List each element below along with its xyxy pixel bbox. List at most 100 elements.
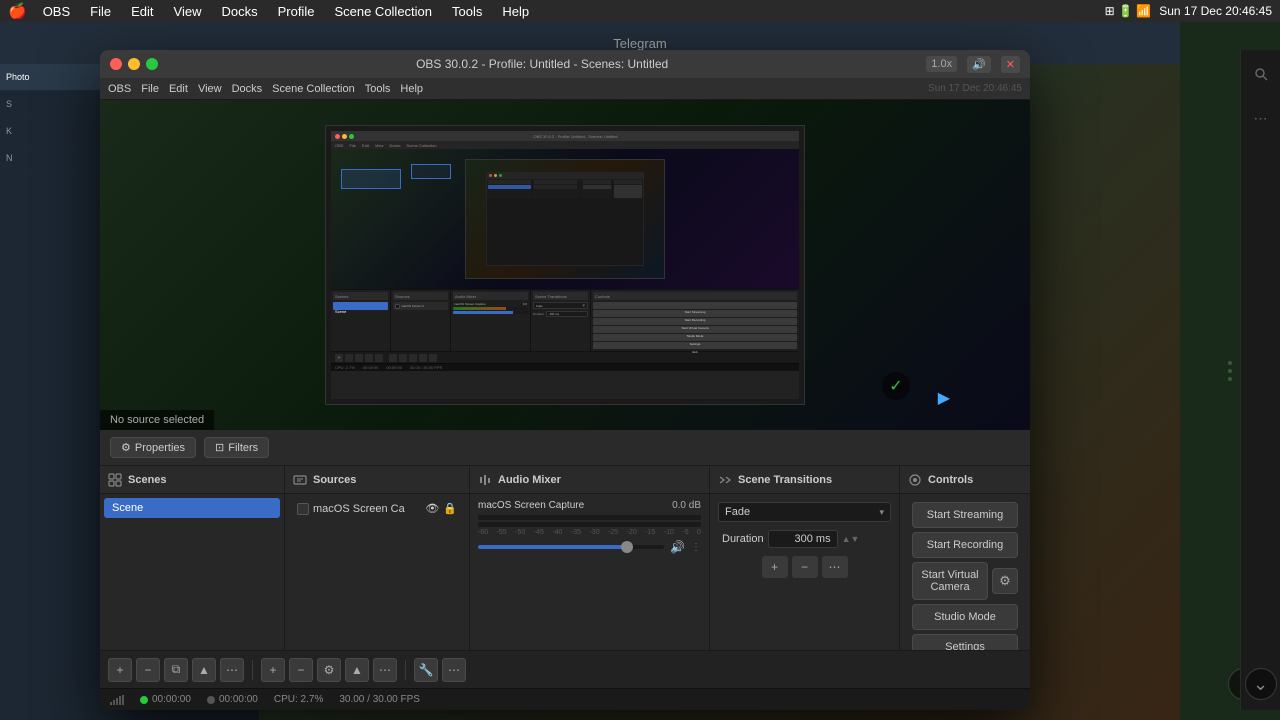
obs-menu-view[interactable]: View bbox=[198, 83, 222, 95]
transition-more-button[interactable]: ⋯ bbox=[822, 556, 848, 578]
titlebar-right: 1.0x 🔊 ✕ bbox=[926, 56, 1020, 73]
scenes-up-button[interactable]: ▲ bbox=[192, 658, 216, 682]
apple-menu[interactable]: 🍎 bbox=[8, 2, 27, 20]
scene-item-scene[interactable]: Scene bbox=[104, 498, 280, 518]
menu-file[interactable]: File bbox=[86, 4, 115, 19]
level-num: -10 bbox=[664, 529, 674, 536]
play-icon[interactable]: ▶ bbox=[938, 388, 950, 408]
zoom-level[interactable]: 1.0x bbox=[926, 56, 957, 72]
transition-value: Fade bbox=[725, 506, 750, 518]
audio-source-row: macOS Screen Capture 0.0 dB bbox=[474, 498, 705, 513]
audio-volume-icon[interactable]: 🔊 bbox=[668, 538, 687, 556]
sources-settings-button[interactable]: ⚙ bbox=[317, 658, 341, 682]
obs-panels: Scenes Scene Sources macOS Screen Ca bbox=[100, 466, 1030, 650]
obs-menu-obs[interactable]: OBS bbox=[108, 83, 131, 95]
start-virtual-camera-button[interactable]: Start Virtual Camera bbox=[912, 562, 988, 600]
minimize-button[interactable] bbox=[128, 58, 140, 70]
level-num: -40 bbox=[552, 529, 562, 536]
filters-icon: ⊡ bbox=[215, 441, 224, 454]
filters-button[interactable]: ⊡ Filters bbox=[204, 437, 269, 458]
menu-docks[interactable]: Docks bbox=[217, 4, 261, 19]
level-num: -15 bbox=[645, 529, 655, 536]
no-source-label: No source selected bbox=[100, 410, 214, 430]
transitions-content: Fade ▾ Duration 300 ms ▲▼ + − ⋯ bbox=[710, 494, 899, 650]
source-eye-icon[interactable]: 👁 bbox=[425, 502, 439, 515]
telegram-title: Telegram bbox=[613, 36, 666, 51]
properties-button[interactable]: ⚙ Properties bbox=[110, 437, 196, 458]
close-icon[interactable]: ✕ bbox=[1001, 56, 1020, 73]
toolbar-divider-1 bbox=[252, 660, 253, 680]
level-num: -30 bbox=[589, 529, 599, 536]
audio-mixer-content: macOS Screen Capture 0.0 dB bbox=[470, 494, 709, 650]
duration-stepper[interactable]: ▲▼ bbox=[842, 534, 860, 544]
audio-source-name-label: macOS Screen Capture bbox=[478, 500, 584, 511]
sources-list: macOS Screen Ca 👁 🔒 bbox=[285, 494, 469, 650]
menu-view[interactable]: View bbox=[170, 4, 206, 19]
mini-obs-titlebar: OBS 30.0.2 - Profile: Untitled - Scenes:… bbox=[331, 131, 799, 141]
sources-up-button[interactable]: ▲ bbox=[345, 658, 369, 682]
close-button[interactable] bbox=[110, 58, 122, 70]
duration-input[interactable]: 300 ms bbox=[768, 530, 838, 548]
scenes-filter-button[interactable]: ⧉ bbox=[164, 658, 188, 682]
audio-fader-thumb[interactable] bbox=[621, 541, 633, 553]
transition-add-button[interactable]: + bbox=[762, 556, 788, 578]
menu-scene-collection[interactable]: Scene Collection bbox=[330, 4, 436, 19]
mini-close bbox=[335, 134, 340, 139]
obs-menu-help[interactable]: Help bbox=[400, 83, 423, 95]
scenes-remove-button[interactable]: − bbox=[136, 658, 160, 682]
menu-icons: ⊞ 🔋 📶 bbox=[1105, 4, 1152, 18]
audio-options-icon[interactable]: ⋮ bbox=[691, 542, 701, 553]
audio-more-button[interactable]: ⋯ bbox=[442, 658, 466, 682]
start-recording-button[interactable]: Start Recording bbox=[912, 532, 1018, 558]
menu-profile[interactable]: Profile bbox=[274, 4, 319, 19]
search-icon bbox=[1254, 67, 1268, 81]
obs-menu-tools[interactable]: Tools bbox=[365, 83, 391, 95]
start-streaming-button[interactable]: Start Streaming bbox=[912, 502, 1018, 528]
audio-fader-fill bbox=[478, 545, 627, 549]
obs-menu-docks[interactable]: Docks bbox=[232, 83, 263, 95]
source-lock-icon[interactable]: 🔒 bbox=[443, 502, 457, 515]
settings-button[interactable]: Settings bbox=[912, 634, 1018, 650]
scenes-more-button[interactable]: ⋯ bbox=[220, 658, 244, 682]
obs-more-button[interactable]: ⋯ bbox=[1247, 104, 1275, 132]
scenes-add-button[interactable]: + bbox=[108, 658, 132, 682]
sources-add-button[interactable]: + bbox=[261, 658, 285, 682]
dot bbox=[1228, 369, 1232, 373]
audio-configure-button[interactable]: 🔧 bbox=[414, 658, 438, 682]
source-item-macos[interactable]: macOS Screen Ca 👁 🔒 bbox=[289, 498, 465, 519]
obs-menu-file[interactable]: File bbox=[141, 83, 159, 95]
duration-label: Duration bbox=[722, 533, 764, 545]
level-num: -20 bbox=[627, 529, 637, 536]
obs-statusbar: 00:00:00 00:00:00 CPU: 2.7% 30.00 / 30.0… bbox=[100, 688, 1030, 710]
transition-remove-button[interactable]: − bbox=[792, 556, 818, 578]
obs-scroll-down-button[interactable]: ⌄ bbox=[1245, 668, 1277, 700]
menu-obs[interactable]: OBS bbox=[39, 4, 74, 19]
chat-dots bbox=[1228, 361, 1232, 381]
level-num: -35 bbox=[571, 529, 581, 536]
level-num: -45 bbox=[534, 529, 544, 536]
studio-mode-button[interactable]: Studio Mode bbox=[912, 604, 1018, 630]
volume-icon[interactable]: 🔊 bbox=[967, 56, 991, 73]
audio-level-numbers: -60 -55 -50 -45 -40 -35 -30 -25 -20 -15 … bbox=[474, 529, 705, 536]
obs-menu-edit[interactable]: Edit bbox=[169, 83, 188, 95]
menu-edit[interactable]: Edit bbox=[127, 4, 157, 19]
obs-menu-scene-collection[interactable]: Scene Collection bbox=[272, 83, 355, 95]
source-name: macOS Screen Ca bbox=[313, 503, 405, 515]
menu-help[interactable]: Help bbox=[498, 4, 533, 19]
level-num: -55 bbox=[497, 529, 507, 536]
obs-search-button[interactable] bbox=[1247, 60, 1275, 88]
transition-select[interactable]: Fade ▾ bbox=[718, 502, 891, 522]
audio-fader[interactable] bbox=[478, 545, 664, 549]
obs-menu-date: Sun 17 Dec 20:46:45 bbox=[928, 83, 1022, 94]
sources-more-button[interactable]: ⋯ bbox=[373, 658, 397, 682]
maximize-button[interactable] bbox=[146, 58, 158, 70]
sources-panel: Sources macOS Screen Ca 👁 🔒 bbox=[285, 466, 470, 650]
menu-tools[interactable]: Tools bbox=[448, 4, 486, 19]
controls-content: Start Streaming Start Recording Start Vi… bbox=[900, 494, 1030, 650]
sources-remove-button[interactable]: − bbox=[289, 658, 313, 682]
audio-db-value: 0.0 dB bbox=[672, 500, 701, 511]
check-icon: ✓ bbox=[882, 372, 910, 400]
transition-chevron-icon: ▾ bbox=[879, 507, 884, 518]
source-visibility-toggle[interactable] bbox=[297, 503, 309, 515]
virtual-camera-settings-icon[interactable]: ⚙ bbox=[992, 568, 1018, 594]
